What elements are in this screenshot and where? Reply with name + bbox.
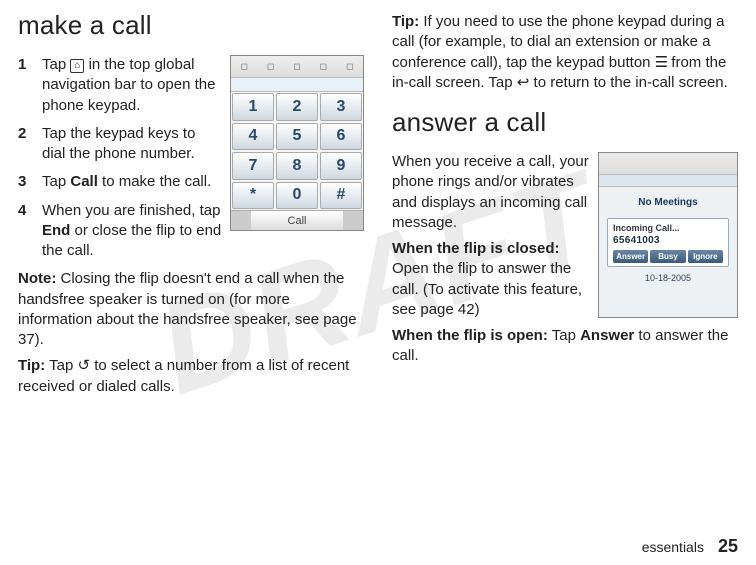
incoming-call-screenshot: No Meetings Incoming Call... 65641003 An… [598,152,738,318]
step-text: Tap the keypad keys to dial the phone nu… [42,124,222,165]
keypad-screenshot-keys: 1 2 3 4 5 6 7 8 9 * 0 # [231,92,363,210]
left-column: make a call ◻◻◻◻◻ 1 2 3 4 5 6 7 8 9 * 0 … [18,6,364,403]
note-paragraph: Note: Closing the flip doesn't end a cal… [18,269,364,350]
tip-text-part: Tap [45,357,77,374]
note-text: Closing the flip doesn't end a call when… [18,270,357,348]
keypad-key: 3 [320,93,362,121]
flip-open-text-part: Tap [548,327,580,344]
tip-text-part: to return to the in-call screen. [529,74,727,91]
step-1: 1 Tap ⌂ in the top global navigation bar… [18,55,222,116]
step-text-part: Tap [42,173,70,190]
step-3: 3 Tap Call to make the call. [18,172,222,192]
keypad-key: 4 [232,123,274,151]
incoming-date: 10-18-2005 [607,273,729,283]
incoming-call-number: 65641003 [613,235,723,246]
ignore-button: Ignore [688,250,723,263]
page-footer: essentials 25 [642,536,738,557]
page-body: make a call ◻◻◻◻◻ 1 2 3 4 5 6 7 8 9 * 0 … [0,0,756,403]
keypad-key: 9 [320,152,362,180]
keypad-grid-icon [655,54,667,71]
page-number: 25 [718,536,738,557]
answer-call-heading: answer a call [392,107,738,138]
step-number: 2 [18,124,32,165]
keypad-call-button: Call [251,211,343,230]
step-text-part: Tap [42,56,70,73]
end-label: End [42,222,70,239]
incoming-call-buttons: Answer Busy Ignore [613,250,723,263]
keypad-key: 8 [276,152,318,180]
answer-button: Answer [613,250,648,263]
keypad-key: 6 [320,123,362,151]
no-meetings-label: No Meetings [607,197,729,208]
step-2: 2 Tap the keypad keys to dial the phone … [18,124,222,165]
incoming-call-card: Incoming Call... 65641003 Answer Busy Ig… [607,218,729,267]
keypad-key: 0 [276,182,318,210]
keypad-key: 2 [276,93,318,121]
flip-open-paragraph: When the flip is open: Tap Answer to ans… [392,326,738,367]
step-text: Tap ⌂ in the top global navigation bar t… [42,55,222,116]
keypad-tip-paragraph: Tip: If you need to use the phone keypad… [392,12,738,93]
incoming-statusbar [599,175,737,187]
footer-section-label: essentials [642,539,704,555]
return-icon [517,74,530,91]
keypad-screenshot-bottom: Call [231,210,363,230]
step-text-part: When you are finished, tap [42,202,220,219]
tip-label: Tip: [392,13,419,30]
tip-paragraph: Tip: Tap to select a number from a list … [18,356,364,397]
keypad-key: 7 [232,152,274,180]
step-number: 1 [18,55,32,116]
incoming-topbar [599,153,737,175]
step-number: 3 [18,172,32,192]
keypad-key: 1 [232,93,274,121]
keypad-screenshot-status [231,78,363,92]
call-label: Call [70,173,98,190]
flip-open-label: When the flip is open: [392,327,548,344]
flip-closed-label: When the flip is closed: [392,240,560,257]
step-4: 4 When you are finished, tap End or clos… [18,201,222,262]
answer-label: Answer [580,327,634,344]
keypad-screenshot: ◻◻◻◻◻ 1 2 3 4 5 6 7 8 9 * 0 # Call [230,55,364,231]
make-call-heading: make a call [18,10,364,41]
incoming-body: No Meetings Incoming Call... 65641003 An… [599,187,737,317]
keypad-screenshot-topbar: ◻◻◻◻◻ [231,56,363,78]
tip-label: Tip: [18,357,45,374]
keypad-key: 5 [276,123,318,151]
redial-icon [77,357,90,374]
note-label: Note: [18,270,56,287]
flip-closed-text: Open the flip to answer the call. (To ac… [392,260,582,318]
keypad-key: # [320,182,362,210]
keypad-key: * [232,182,274,210]
step-text: Tap Call to make the call. [42,172,211,192]
step-text: When you are finished, tap End or close … [42,201,222,262]
incoming-call-title: Incoming Call... [613,223,723,233]
right-column: Tip: If you need to use the phone keypad… [392,6,738,403]
busy-button: Busy [650,250,685,263]
step-text-part: to make the call. [98,173,211,190]
step-number: 4 [18,201,32,262]
phone-nav-icon: ⌂ [70,59,84,73]
